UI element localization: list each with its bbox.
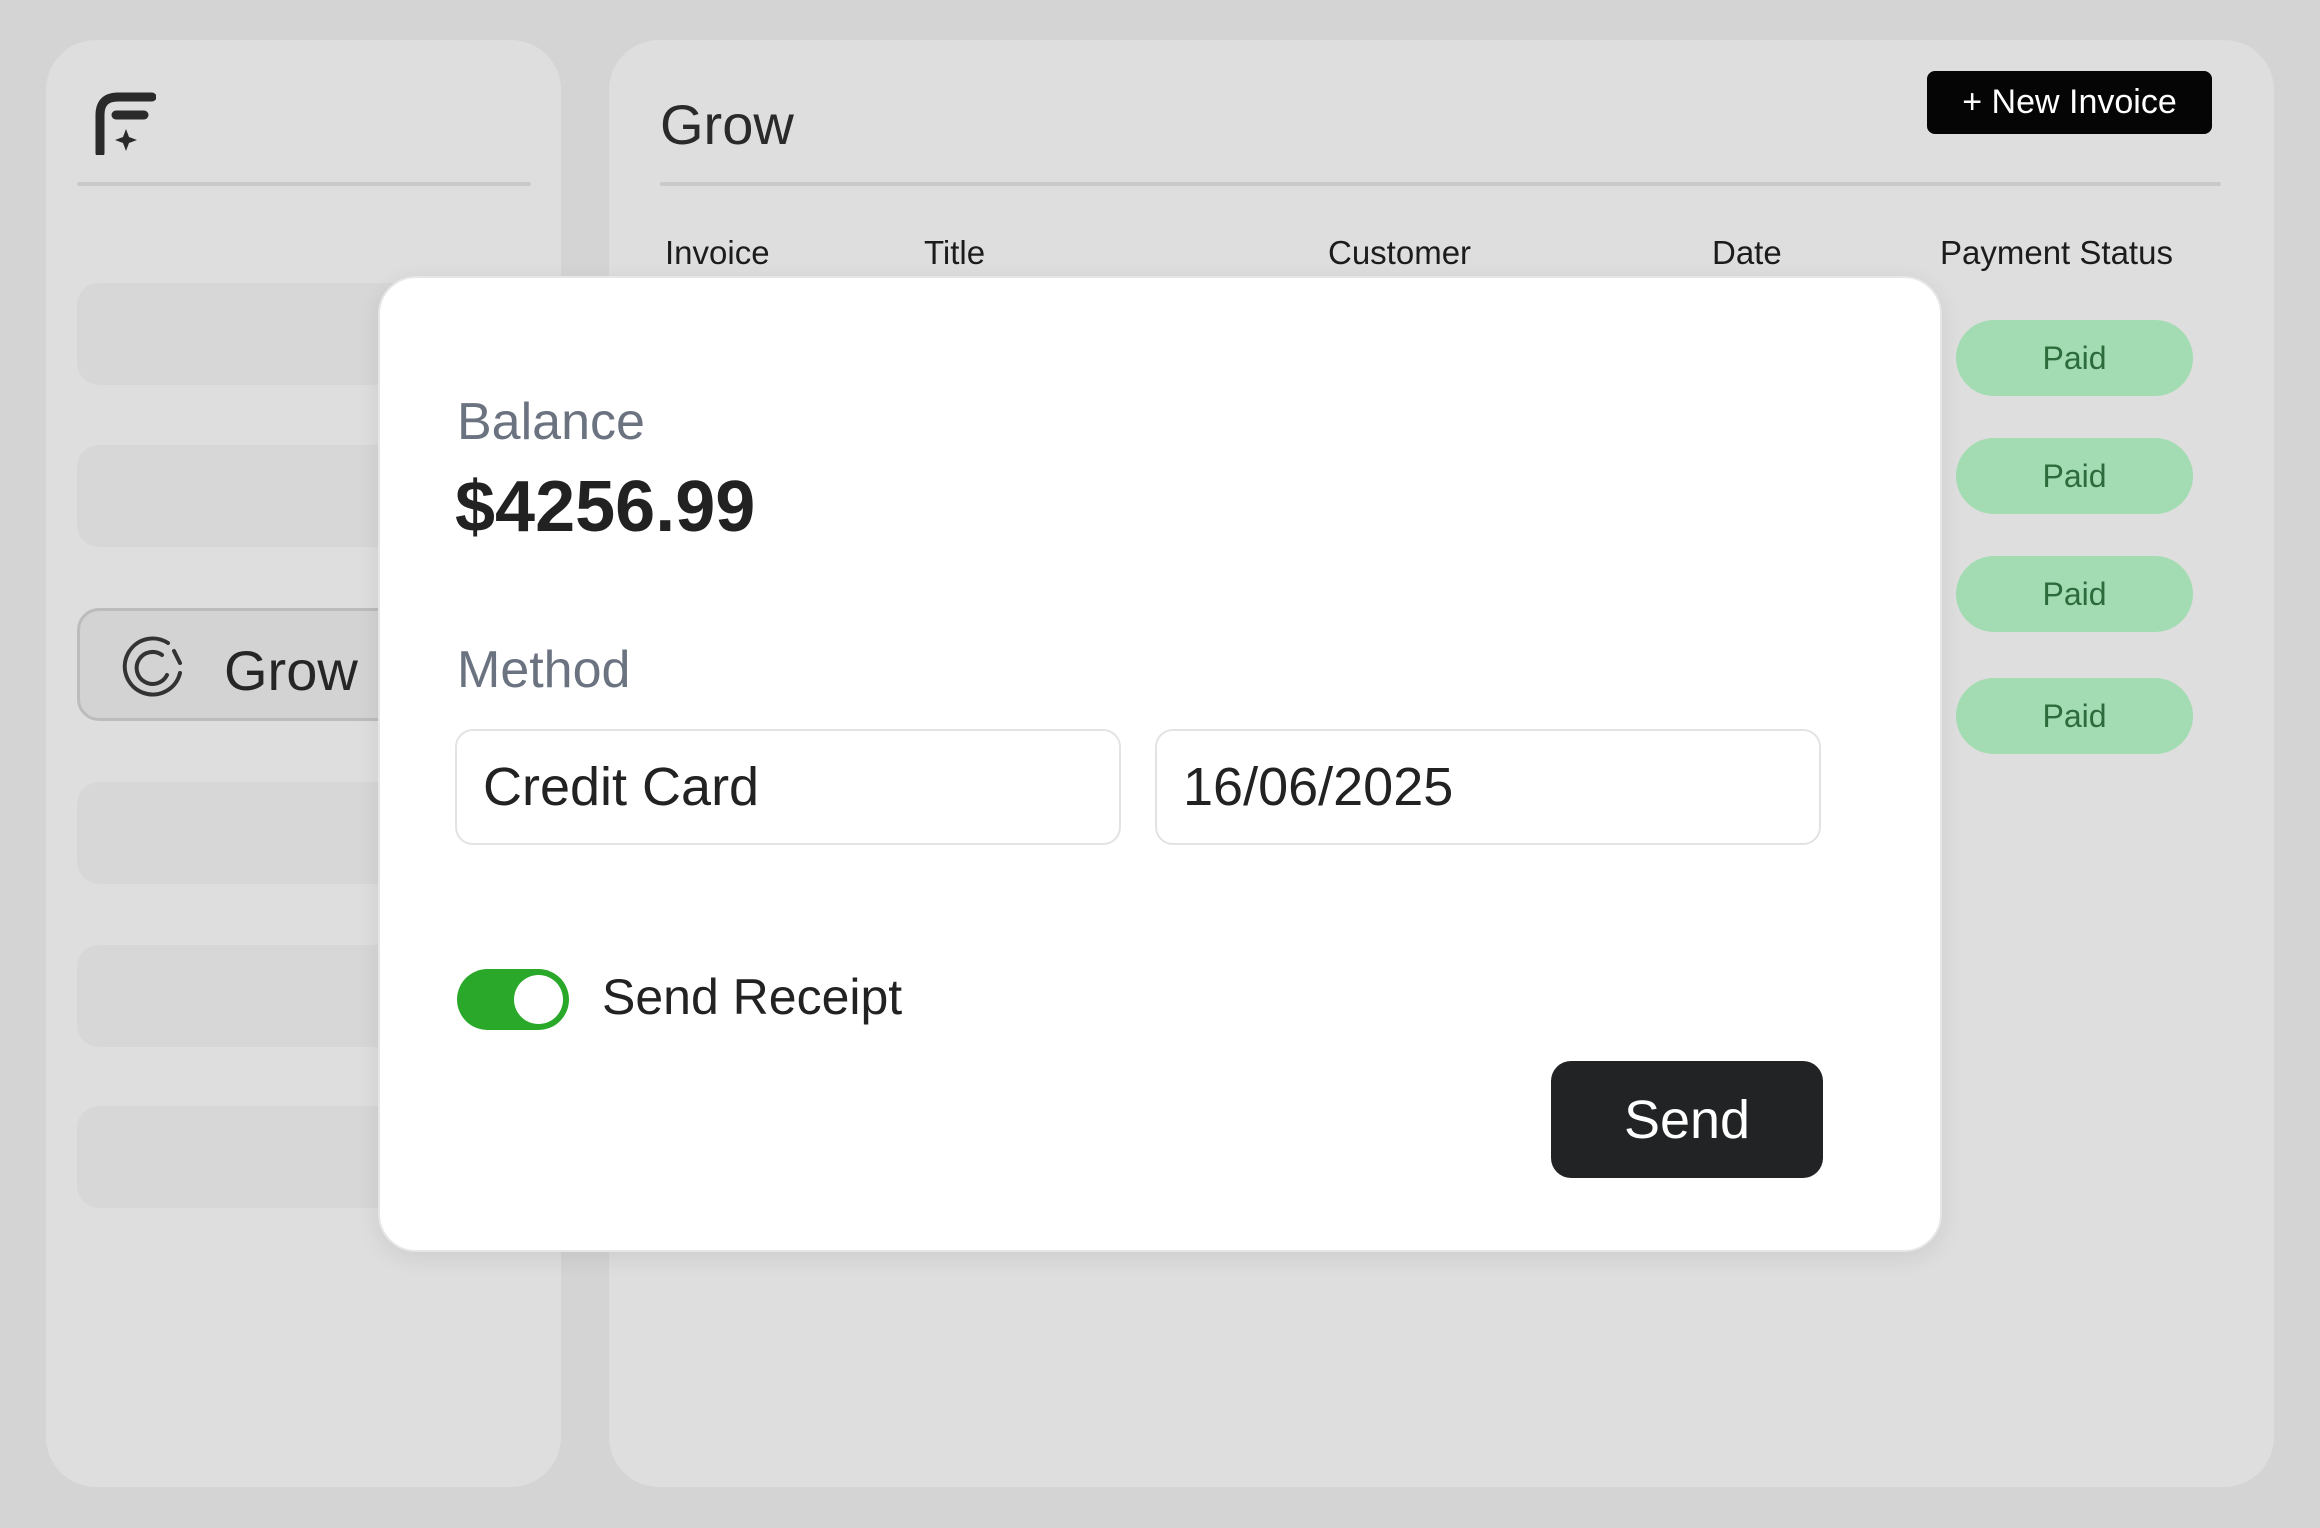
balance-value: $4256.99 [455, 467, 756, 547]
sidebar-divider [77, 182, 531, 186]
grow-icon [122, 636, 182, 697]
new-invoice-button[interactable]: + New Invoice [1927, 71, 2212, 134]
payment-modal: Balance $4256.99 Method Credit Card 16/0… [378, 276, 1942, 1252]
column-header-customer[interactable]: Customer [1328, 234, 1471, 272]
brand-logo-icon[interactable] [86, 85, 156, 155]
status-badge: Paid [1956, 678, 2193, 754]
column-header-title[interactable]: Title [924, 234, 985, 272]
status-badge: Paid [1956, 438, 2193, 514]
balance-label: Balance [457, 393, 645, 451]
header-divider [660, 182, 2221, 186]
column-header-payment-status[interactable]: Payment Status [1940, 234, 2173, 272]
status-badge: Paid [1956, 320, 2193, 396]
send-receipt-label: Send Receipt [602, 969, 903, 1025]
method-label: Method [457, 641, 631, 699]
app-frame: Grow Grow + New Invoice Invoice Title Cu… [0, 0, 2320, 1528]
send-button[interactable]: Send [1551, 1061, 1823, 1178]
sidebar-item-label: Grow [224, 639, 358, 702]
toggle-knob [514, 975, 563, 1024]
payment-date-field[interactable]: 16/06/2025 [1155, 729, 1821, 845]
column-header-date[interactable]: Date [1712, 234, 1782, 272]
status-badge: Paid [1956, 556, 2193, 632]
page-title: Grow [660, 93, 794, 156]
payment-method-field[interactable]: Credit Card [455, 729, 1121, 845]
send-receipt-toggle[interactable] [457, 969, 569, 1030]
column-header-invoice[interactable]: Invoice [665, 234, 770, 272]
